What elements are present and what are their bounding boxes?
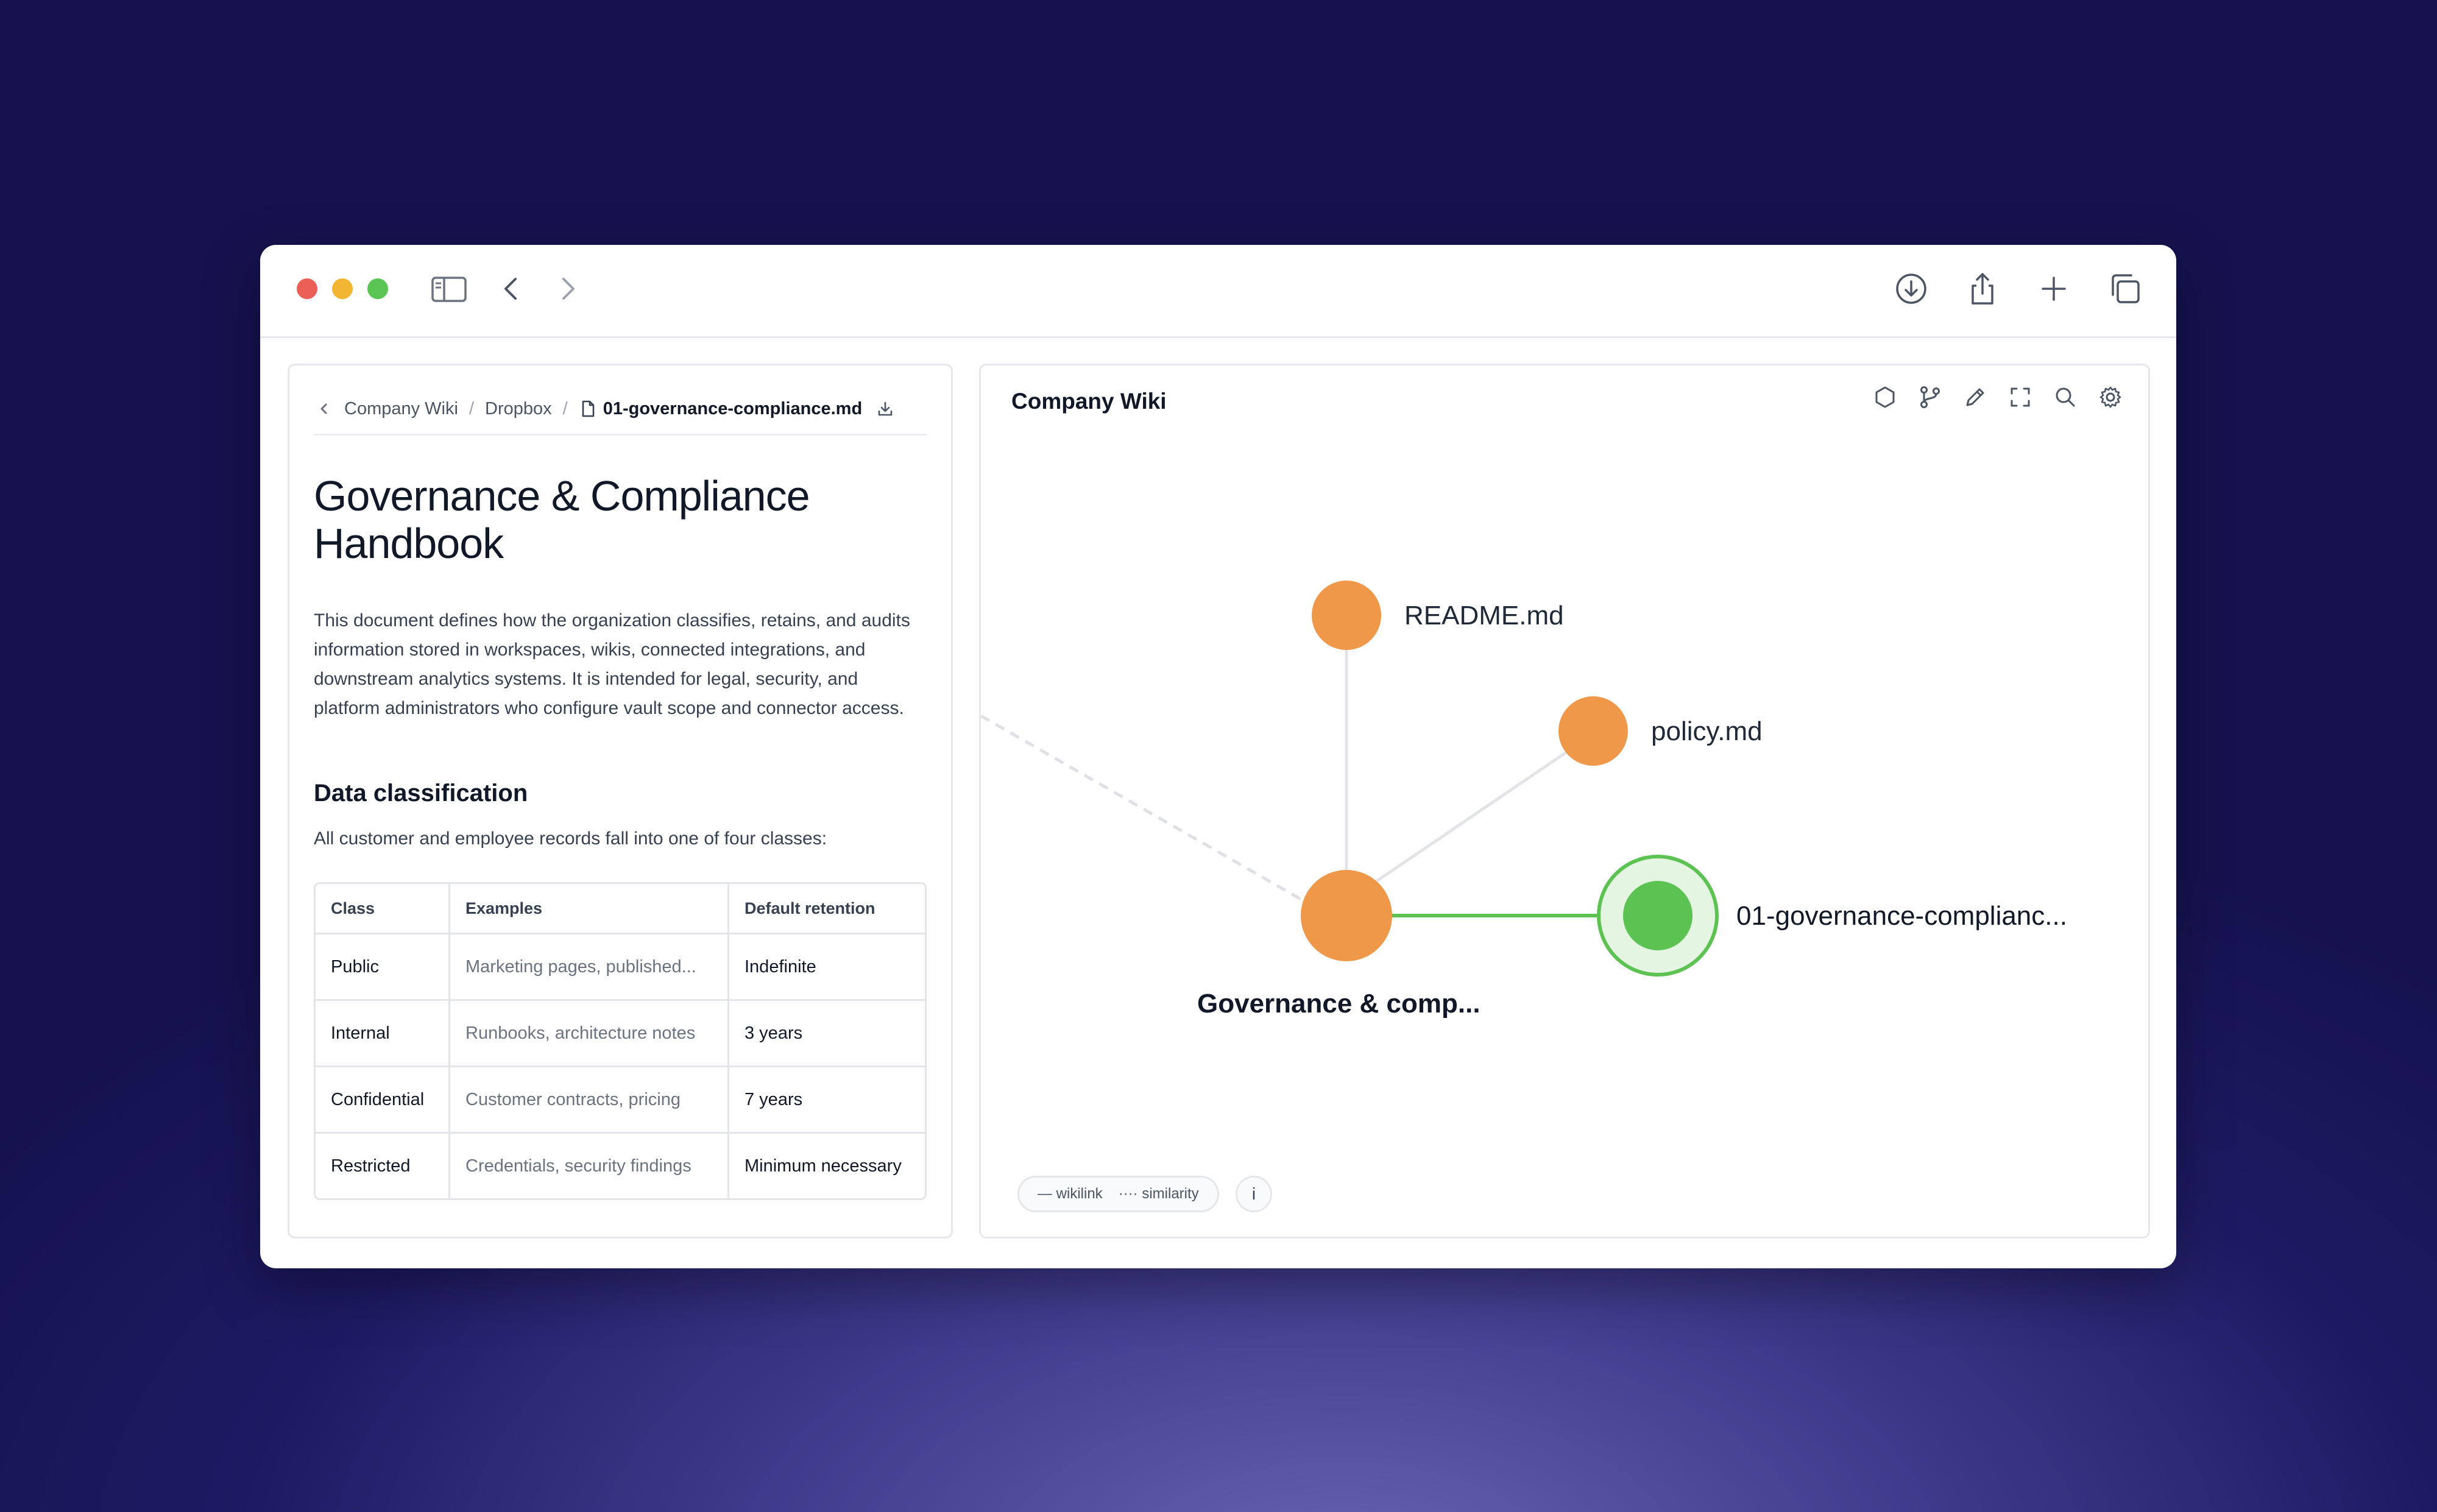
share-icon[interactable] bbox=[1964, 270, 2001, 307]
info-button[interactable]: i bbox=[1236, 1176, 1272, 1212]
node-current[interactable] bbox=[1623, 881, 1692, 950]
pencil-icon[interactable] bbox=[1962, 384, 1989, 411]
document-intro: This document defines how the organizati… bbox=[314, 610, 910, 718]
section-paragraph: All customer and employee records fall i… bbox=[314, 828, 827, 849]
table-row: Internal Runbooks, architecture notes 3 … bbox=[316, 1001, 925, 1067]
download-file-icon[interactable] bbox=[875, 399, 895, 419]
table-cell: 7 years bbox=[729, 1067, 925, 1134]
breadcrumb: Company Wiki / Dropbox / 01-governance-c… bbox=[314, 384, 927, 436]
table-cell: Marketing pages, published... bbox=[450, 934, 729, 1001]
table-cell: Minimum necessary bbox=[745, 1156, 902, 1176]
chevron-left-icon[interactable] bbox=[314, 398, 334, 419]
download-icon[interactable] bbox=[1893, 270, 1929, 307]
table-cell: Restricted bbox=[316, 1134, 450, 1198]
table-header-row: Class Examples Default retention bbox=[316, 884, 925, 934]
close-window-button[interactable] bbox=[297, 278, 317, 299]
classification-table: Class Examples Default retention Public … bbox=[314, 882, 927, 1200]
search-icon[interactable] bbox=[2052, 384, 2079, 411]
back-icon[interactable] bbox=[493, 270, 529, 307]
table-header: Examples bbox=[450, 884, 729, 934]
gear-icon[interactable] bbox=[2097, 384, 2124, 411]
breadcrumb-separator: / bbox=[469, 398, 474, 419]
title-bar bbox=[260, 245, 2176, 338]
breadcrumb-root-link[interactable]: Company Wiki bbox=[344, 399, 458, 419]
node-readme[interactable] bbox=[1312, 581, 1381, 650]
section-heading: Data classification bbox=[314, 780, 528, 807]
table-cell: Runbooks, architecture notes bbox=[450, 1001, 729, 1067]
node-policy-label: policy.md bbox=[1651, 716, 1763, 746]
hexagon-icon[interactable] bbox=[1872, 384, 1898, 411]
table-header: Default retention bbox=[729, 884, 925, 934]
node-readme-label: README.md bbox=[1404, 601, 1564, 631]
table-row: Public Marketing pages, published... Ind… bbox=[316, 934, 925, 1001]
node-governance[interactable] bbox=[1301, 870, 1392, 961]
wikilink-edge-policy bbox=[1345, 732, 1594, 903]
table-cell: Confidential bbox=[316, 1067, 450, 1134]
table-cell: Indefinite bbox=[729, 934, 925, 1001]
document-panel: Company Wiki / Dropbox / 01-governance-c… bbox=[288, 364, 953, 1238]
table-cell: 3 years bbox=[729, 1001, 925, 1067]
graph-panel: README.md policy.md Governance & comp...… bbox=[979, 364, 2150, 1238]
node-governance-label: Governance & comp... bbox=[1197, 989, 1480, 1019]
file-icon bbox=[582, 400, 594, 417]
breadcrumb-file-name: 01-governance-compliance.md bbox=[603, 398, 863, 419]
node-policy[interactable] bbox=[1558, 696, 1628, 766]
breadcrumb-current-file: 01-governance-compliance.md bbox=[579, 399, 862, 419]
table-header: Class bbox=[316, 884, 450, 934]
forward-icon[interactable] bbox=[550, 270, 586, 307]
table-row: Restricted Credentials, security finding… bbox=[316, 1134, 925, 1198]
breadcrumb-separator: / bbox=[562, 398, 568, 419]
branch-icon[interactable] bbox=[1917, 384, 1944, 411]
browser-window: Company Wiki / Dropbox / 01-governance-c… bbox=[260, 245, 2176, 1268]
table-cell: Customer contracts, pricing bbox=[450, 1067, 729, 1134]
graph-canvas[interactable]: README.md policy.md Governance & comp...… bbox=[981, 366, 2148, 1237]
breadcrumb-folder-link[interactable]: Dropbox bbox=[485, 399, 552, 419]
minimize-window-button[interactable] bbox=[332, 278, 353, 299]
similarity-link bbox=[981, 714, 1306, 903]
document-title: Governance & Compliance Handbook bbox=[314, 472, 810, 567]
tabs-overview-icon[interactable] bbox=[2107, 270, 2143, 307]
graph-legend: — wikilink ···· similarity bbox=[1017, 1176, 1219, 1212]
table-cell: Public bbox=[316, 934, 450, 1001]
table-cell: Credentials, security findings bbox=[450, 1134, 729, 1198]
table-cell: Internal bbox=[316, 1001, 450, 1067]
legend-wikilink: — wikilink bbox=[1038, 1185, 1103, 1202]
node-current-label: 01-governance-complianc... bbox=[1736, 901, 2067, 931]
legend-similarity: ···· similarity bbox=[1118, 1185, 1199, 1202]
maximize-window-button[interactable] bbox=[367, 278, 388, 299]
fullscreen-icon[interactable] bbox=[2007, 384, 2034, 411]
graph-title: Company Wiki bbox=[1011, 389, 1167, 414]
sidebar-toggle-icon[interactable] bbox=[431, 270, 467, 307]
table-row: Confidential Customer contracts, pricing… bbox=[316, 1067, 925, 1134]
new-tab-icon[interactable] bbox=[2036, 270, 2072, 307]
